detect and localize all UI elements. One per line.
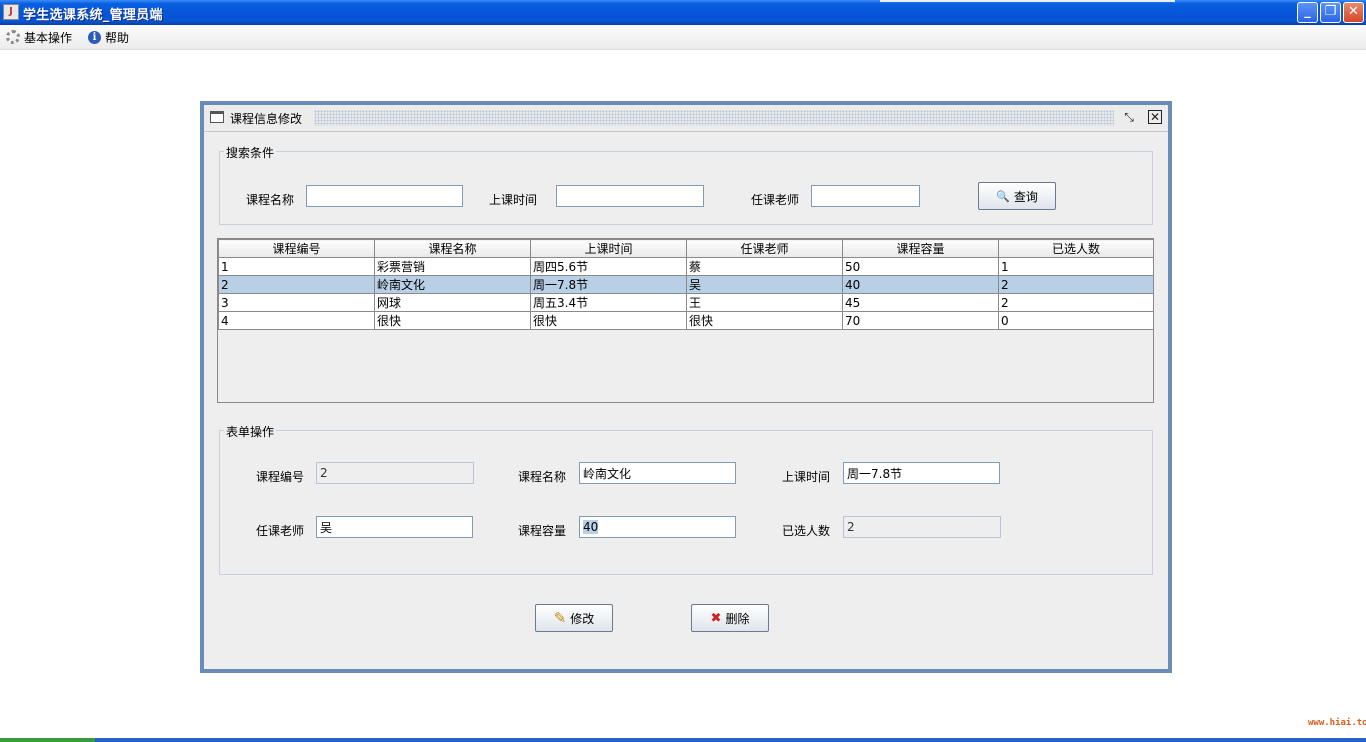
frame-restore-button[interactable]: ⤡ — [1122, 110, 1136, 124]
search-icon: 🔍 — [996, 189, 1010, 203]
table-cell[interactable]: 很快 — [374, 311, 531, 330]
table-cell[interactable]: 1 — [998, 257, 1154, 276]
form-course-id-label: 课程编号 — [256, 470, 305, 484]
table-cell[interactable]: 70 — [842, 311, 999, 330]
window-title-bar[interactable]: J 学生选课系统_管理员端 _ ❐ ✕ — [0, 0, 1366, 25]
delete-button-label: 删除 — [725, 611, 750, 626]
table-cell[interactable]: 彩票营销 — [374, 257, 531, 276]
menu-basic-operations[interactable]: 基本操作 — [6, 29, 72, 45]
table-row-selected[interactable]: 2 岭南文化 周一7.8节 吴 40 2 — [218, 275, 1154, 294]
table-row[interactable]: 1 彩票营销 周四5.6节 蔡 50 1 — [218, 257, 1154, 276]
column-header-course-id[interactable]: 课程编号 — [218, 239, 375, 258]
table-cell[interactable]: 网球 — [374, 293, 531, 312]
form-course-name-label: 课程名称 — [518, 470, 567, 484]
table-cell[interactable]: 周一7.8节 — [530, 275, 687, 294]
start-button[interactable] — [0, 738, 95, 742]
search-course-name-label: 课程名称 — [246, 193, 295, 207]
search-group-legend: 搜索条件 — [224, 144, 277, 161]
course-edit-frame: 课程信息修改 ⤡ ✕ 搜索条件 课程名称 上课时间 任课老师 🔍 查询 课程编号… — [200, 101, 1172, 673]
table-cell[interactable]: 0 — [998, 311, 1154, 330]
menu-help[interactable]: i 帮助 — [88, 29, 129, 45]
gear-icon — [6, 30, 20, 44]
frame-window-icon — [210, 111, 224, 123]
table-cell[interactable]: 2 — [998, 293, 1154, 312]
query-button-label: 查询 — [1013, 189, 1038, 204]
table-cell[interactable]: 周五3.4节 — [530, 293, 687, 312]
table-cell[interactable]: 很快 — [686, 311, 843, 330]
table-cell[interactable]: 40 — [842, 275, 999, 294]
modify-button-label: 修改 — [570, 611, 595, 626]
course-table-scrollpane[interactable]: 课程编号 课程名称 上课时间 任课老师 课程容量 已选人数 1 彩票营销 周四5… — [217, 238, 1154, 403]
menu-bar: 基本操作 i 帮助 — [0, 25, 1366, 50]
search-time-input[interactable] — [556, 185, 704, 207]
column-header-class-time[interactable]: 上课时间 — [530, 239, 687, 258]
table-cell[interactable]: 45 — [842, 293, 999, 312]
form-course-name-field[interactable] — [579, 462, 736, 484]
menu-basic-operations-label: 基本操作 — [24, 30, 73, 45]
column-header-course-name[interactable]: 课程名称 — [374, 239, 531, 258]
form-capacity-field[interactable]: 40 — [579, 516, 736, 538]
taskbar — [0, 738, 1366, 742]
search-teacher-input[interactable] — [811, 185, 920, 207]
column-header-capacity[interactable]: 课程容量 — [842, 239, 999, 258]
search-teacher-label: 任课老师 — [751, 193, 800, 207]
search-time-label: 上课时间 — [489, 193, 538, 207]
pencil-icon: ✎ — [553, 609, 567, 627]
search-course-name-input[interactable] — [306, 185, 463, 207]
frame-title: 课程信息修改 — [230, 110, 307, 127]
info-icon: i — [88, 30, 101, 44]
capacity-selected-text: 40 — [583, 520, 599, 534]
table-cell[interactable]: 很快 — [530, 311, 687, 330]
form-teacher-field[interactable] — [316, 516, 473, 538]
close-button[interactable]: ✕ — [1343, 2, 1364, 23]
form-teacher-label: 任课老师 — [256, 524, 305, 538]
form-group: 表单操作 — [219, 423, 1153, 575]
form-enrolled-field — [843, 516, 1001, 538]
form-class-time-label: 上课时间 — [782, 470, 831, 484]
table-cell[interactable]: 蔡 — [686, 257, 843, 276]
table-cell[interactable]: 周四5.6节 — [530, 257, 687, 276]
table-cell[interactable]: 吴 — [686, 275, 843, 294]
title-bar-highlight — [880, 0, 1175, 2]
frame-close-button[interactable]: ✕ — [1148, 110, 1162, 124]
form-enrolled-label: 已选人数 — [782, 524, 831, 538]
frame-title-bar[interactable]: 课程信息修改 ⤡ ✕ — [204, 105, 1168, 132]
table-cell[interactable]: 50 — [842, 257, 999, 276]
table-cell[interactable]: 2 — [998, 275, 1154, 294]
menu-help-label: 帮助 — [105, 30, 130, 45]
table-header-row: 课程编号 课程名称 上课时间 任课老师 课程容量 已选人数 — [218, 239, 1154, 258]
column-header-teacher[interactable]: 任课老师 — [686, 239, 843, 258]
table-cell[interactable]: 2 — [218, 275, 375, 294]
table-row[interactable]: 4 很快 很快 很快 70 0 — [218, 311, 1154, 330]
table-row[interactable]: 3 网球 周五3.4节 王 45 2 — [218, 293, 1154, 312]
java-app-icon: J — [3, 4, 19, 20]
query-button[interactable]: 🔍 查询 — [978, 182, 1056, 210]
title-bar-texture — [314, 110, 1114, 126]
modify-button[interactable]: ✎ 修改 — [535, 604, 613, 632]
watermark: www.hiai.top — [1308, 718, 1366, 728]
delete-button[interactable]: ✖ 删除 — [691, 604, 769, 632]
delete-x-icon: ✖ — [710, 610, 722, 626]
table-cell[interactable]: 岭南文化 — [374, 275, 531, 294]
course-table: 课程编号 课程名称 上课时间 任课老师 课程容量 已选人数 1 彩票营销 周四5… — [218, 239, 1154, 330]
minimize-button[interactable]: _ — [1297, 2, 1318, 23]
table-cell[interactable]: 王 — [686, 293, 843, 312]
form-course-id-field — [316, 462, 474, 484]
column-header-enrolled[interactable]: 已选人数 — [998, 239, 1154, 258]
maximize-button[interactable]: ❐ — [1320, 2, 1341, 23]
table-cell[interactable]: 4 — [218, 311, 375, 330]
form-group-legend: 表单操作 — [224, 423, 277, 440]
table-cell[interactable]: 3 — [218, 293, 375, 312]
table-cell[interactable]: 1 — [218, 257, 375, 276]
window-title: 学生选课系统_管理员端 — [23, 8, 163, 23]
form-capacity-label: 课程容量 — [518, 524, 567, 538]
form-class-time-field[interactable] — [843, 462, 1000, 484]
